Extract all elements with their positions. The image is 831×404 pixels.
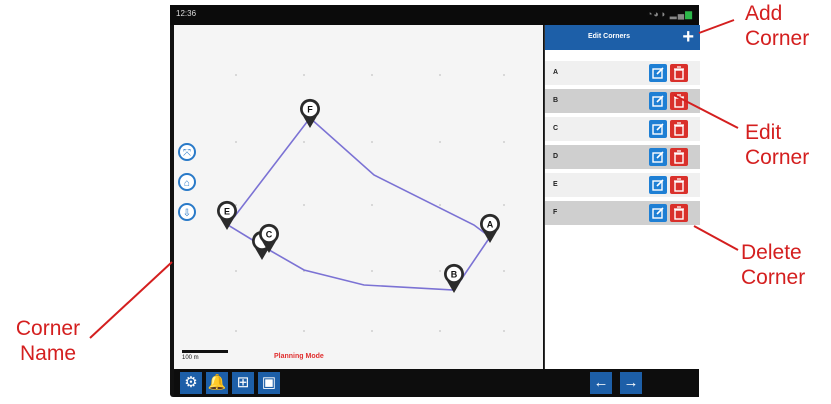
annotation-line: Corner xyxy=(15,317,81,340)
annotation-line: Delete xyxy=(741,241,802,264)
annotation-add-corner: Add Corner xyxy=(745,1,809,51)
annotation-line: Add xyxy=(745,2,783,25)
annotation-line: Corner xyxy=(745,146,810,169)
annotation-line: Corner xyxy=(741,266,806,289)
annotation-line: Name xyxy=(19,342,77,365)
annotation-lines xyxy=(89,19,739,339)
annotation-corner-name: Corner Name xyxy=(8,316,88,366)
annotation-edit-corner: Edit Corner xyxy=(745,120,809,170)
annotation-delete-corner: Delete Corner xyxy=(741,240,805,290)
annotation-line: Corner xyxy=(745,27,810,50)
annotation-line: Edit xyxy=(745,121,782,144)
